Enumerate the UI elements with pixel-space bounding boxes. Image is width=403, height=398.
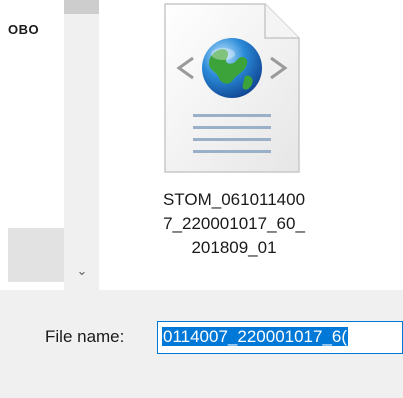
file-item[interactable]: STOM_061011400 7_220001017_60_ 201809_01 (99, 0, 403, 290)
save-dialog-bottom-bar: File name: 0114007_220001017_6( (0, 290, 403, 398)
web-document-globe-icon (164, 3, 300, 173)
filename-input[interactable]: 0114007_220001017_6( (157, 321, 403, 354)
filename-label: File name: (45, 327, 125, 346)
file-name-line: 201809_01 (191, 238, 277, 257)
file-name-line: STOM_061011400 (162, 190, 306, 209)
filename-selected-text[interactable]: 0114007_220001017_6( (162, 327, 349, 346)
file-name-label: STOM_061011400 7_220001017_60_ 201809_01 (125, 188, 343, 260)
chevron-down-icon[interactable]: ⌄ (73, 262, 91, 280)
nav-selected-item-bg[interactable] (8, 228, 64, 282)
nav-item-label[interactable]: OBO (8, 22, 39, 37)
scrollbar-thumb[interactable] (64, 0, 99, 14)
vertical-scrollbar[interactable] (64, 0, 99, 290)
file-name-line: 7_220001017_60_ (163, 214, 305, 233)
